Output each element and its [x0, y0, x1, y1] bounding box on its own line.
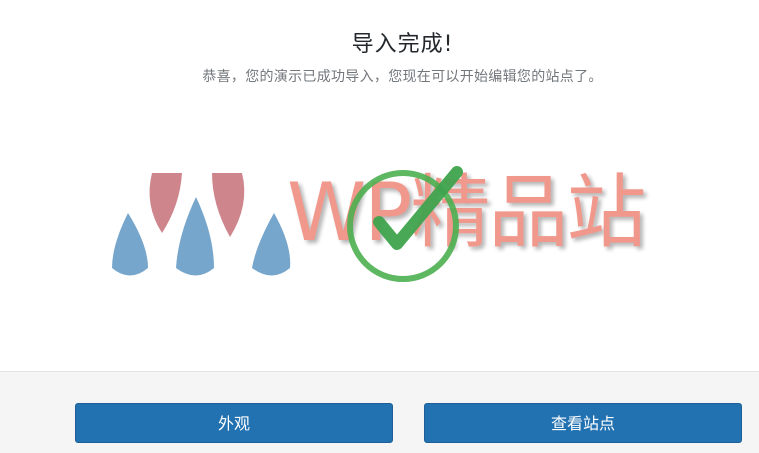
footer-bar: 外观 查看站点 [0, 371, 759, 453]
appearance-button[interactable]: 外观 [75, 403, 393, 443]
page-title: 导入完成! [351, 32, 454, 57]
view-site-button[interactable]: 查看站点 [424, 403, 742, 443]
checkmark-circle-icon [347, 166, 463, 282]
page-subtitle: 恭喜，您的演示已成功导入，您现在可以开始编辑您的站点了。 [202, 69, 603, 85]
wp-logo-icon [112, 173, 291, 276]
import-complete-panel: 导入完成! 恭喜，您的演示已成功导入，您现在可以开始编辑您的站点了。 WP精品站 [0, 0, 759, 371]
